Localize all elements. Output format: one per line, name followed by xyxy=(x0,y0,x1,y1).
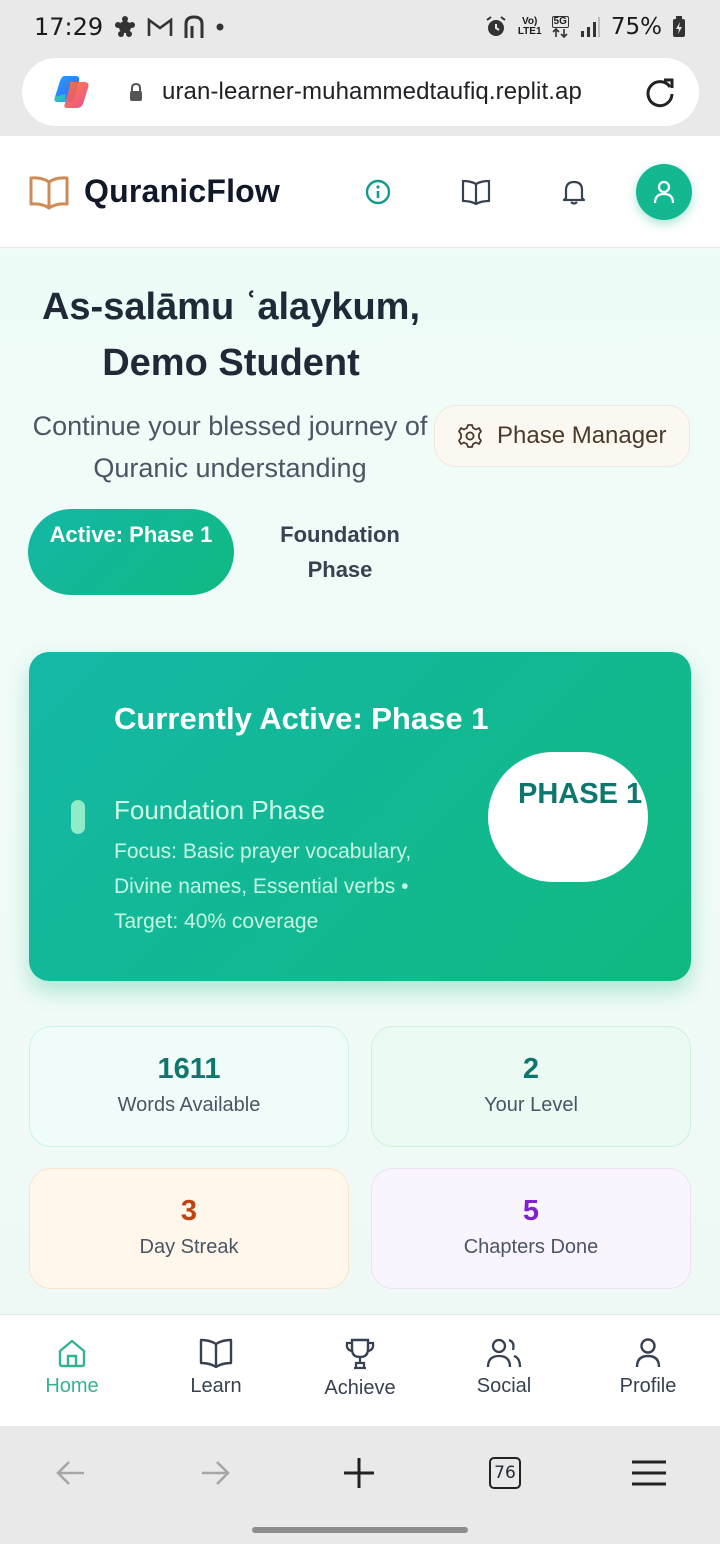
stat-label: Words Available xyxy=(117,1094,261,1116)
tab-switcher-button[interactable]: 76 xyxy=(475,1448,535,1498)
nav-home[interactable]: Home xyxy=(0,1315,144,1426)
5g-icon: 5G xyxy=(551,16,569,38)
stat-label: Day Streak xyxy=(139,1236,239,1258)
users-icon xyxy=(486,1338,522,1368)
book-open-icon xyxy=(461,179,491,205)
nav-label: Home xyxy=(45,1375,99,1397)
page-title: As-salāmu ʿalaykum, Demo Student xyxy=(0,279,462,391)
phase-badge: PHASE 1 xyxy=(488,752,648,882)
nav-label: Achieve xyxy=(324,1377,396,1399)
notification-settings-icon xyxy=(113,15,137,39)
nav-label: Social xyxy=(476,1375,532,1397)
lock-icon xyxy=(128,82,144,102)
phase-card-title: Currently Active: Phase 1 xyxy=(114,701,489,736)
phase-card-subtitle: Foundation Phase xyxy=(114,795,326,825)
phase-indicator-bar xyxy=(71,800,85,834)
stat-card-level: 2 Your Level xyxy=(371,1026,691,1147)
greeting-line: As-salāmu ʿalaykum, xyxy=(41,286,421,328)
welcome-subtitle: Continue your blessed journey of Quranic… xyxy=(32,411,428,483)
phase-card-focus: Focus: Basic prayer vocabulary, Divine n… xyxy=(114,840,412,933)
back-arrow-icon xyxy=(56,1461,84,1485)
bottom-navigation: Home Learn Achieve Social Profile xyxy=(0,1314,720,1426)
plus-icon xyxy=(344,1458,374,1488)
phase-manager-button[interactable]: Phase Manager xyxy=(434,405,690,467)
nav-label: Profile xyxy=(619,1375,677,1397)
signal-icon xyxy=(579,16,601,38)
volte-icon: Vo) LTE1 xyxy=(517,16,542,37)
home-icon xyxy=(58,1339,86,1368)
info-button[interactable] xyxy=(350,164,406,220)
more-notifications-dot-icon xyxy=(215,22,225,32)
copilot-icon[interactable] xyxy=(52,74,92,110)
stat-card-words: 1611 Words Available xyxy=(29,1026,349,1147)
brand-name: QuranicFlow xyxy=(84,173,280,209)
nav-label: Learn xyxy=(190,1375,242,1397)
brand[interactable]: QuranicFlow xyxy=(28,173,280,210)
app-header: QuranicFlow xyxy=(0,136,720,248)
gesture-home-indicator[interactable] xyxy=(252,1527,468,1533)
bell-icon xyxy=(562,180,586,205)
back-button[interactable] xyxy=(41,1448,101,1498)
phase-manager-label: Phase Manager xyxy=(497,422,667,449)
book-open-icon xyxy=(199,1338,233,1369)
new-tab-button[interactable] xyxy=(329,1448,389,1498)
stat-card-streak: 3 Day Streak xyxy=(29,1168,349,1289)
menu-button[interactable] xyxy=(619,1448,679,1498)
stat-label: Your Level xyxy=(484,1094,578,1116)
user-icon xyxy=(653,180,675,203)
stat-card-chapters: 5 Chapters Done xyxy=(371,1168,691,1289)
battery-charging-icon xyxy=(672,16,686,38)
nav-social[interactable]: Social xyxy=(432,1315,576,1426)
alarm-icon xyxy=(484,15,508,39)
stat-value: 2 xyxy=(522,1053,540,1085)
stat-label: Chapters Done xyxy=(463,1236,599,1258)
trophy-icon xyxy=(345,1338,375,1370)
hamburger-menu-icon xyxy=(632,1460,666,1486)
user-icon xyxy=(635,1338,661,1368)
main-content: As-salāmu ʿalaykum, Demo Student Continu… xyxy=(0,249,720,1314)
stat-value: 3 xyxy=(180,1195,198,1227)
active-phase-pill[interactable]: Active: Phase 1 xyxy=(28,509,234,595)
url-text[interactable]: uran-learner-muhammedtaufiq.replit.ap xyxy=(162,78,602,106)
gmail-icon xyxy=(147,16,173,38)
status-bar: 17:29 Vo) LTE1 5G 75% xyxy=(0,0,720,54)
nav-achieve[interactable]: Achieve xyxy=(288,1315,432,1426)
gear-icon xyxy=(458,424,482,448)
book-open-icon xyxy=(28,174,70,210)
status-time: 17:29 xyxy=(34,13,104,41)
info-icon xyxy=(365,179,391,204)
notifications-button[interactable] xyxy=(546,164,602,220)
stat-value: 1611 xyxy=(157,1053,221,1085)
reload-icon[interactable] xyxy=(643,75,677,109)
phase-name-label: Foundation Phase xyxy=(280,522,400,582)
student-name: Demo Student xyxy=(102,342,360,384)
active-phase-card[interactable]: Currently Active: Phase 1 Foundation Pha… xyxy=(29,652,691,981)
app-notification-icon xyxy=(183,14,205,40)
tab-count: 76 xyxy=(489,1457,521,1489)
battery-percent: 75% xyxy=(610,14,662,40)
forward-button[interactable] xyxy=(185,1448,245,1498)
nav-learn[interactable]: Learn xyxy=(144,1315,288,1426)
browser-toolbar: uran-learner-muhammedtaufiq.replit.ap xyxy=(0,54,720,136)
stat-value: 5 xyxy=(522,1195,540,1227)
nav-profile[interactable]: Profile xyxy=(576,1315,720,1426)
book-button[interactable] xyxy=(448,164,504,220)
forward-arrow-icon xyxy=(202,1461,230,1485)
address-bar[interactable]: uran-learner-muhammedtaufiq.replit.ap xyxy=(22,58,699,126)
profile-avatar-button[interactable] xyxy=(636,163,692,220)
